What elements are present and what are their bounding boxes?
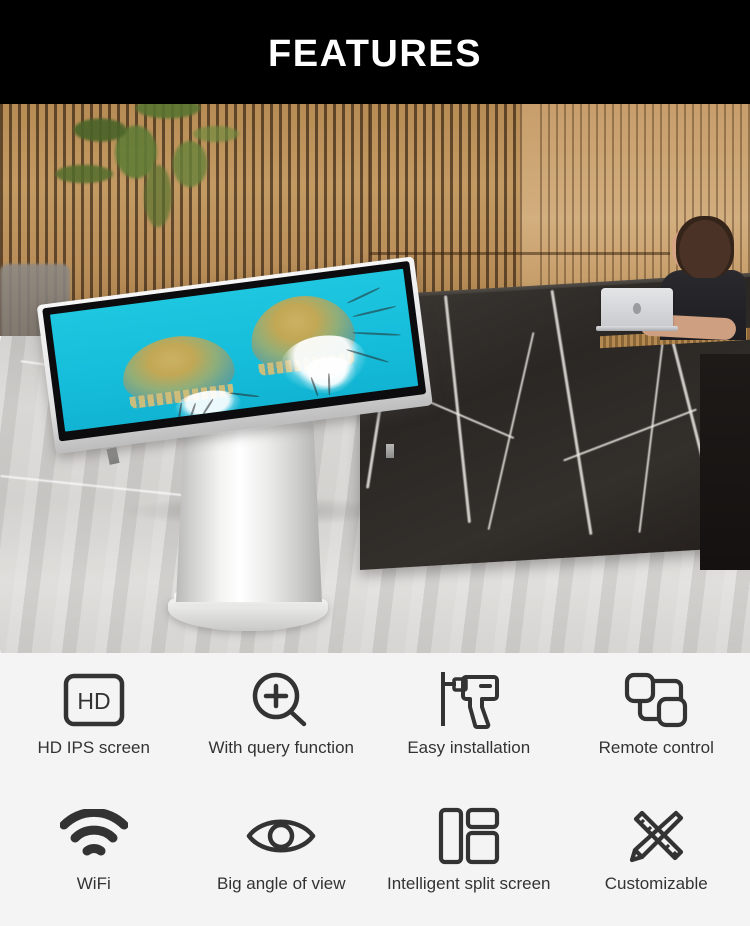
feature-label: WiFi [76,874,111,893]
hero-product-photo [0,104,750,653]
features-page: FEATURES HD HD IPS screen With query fun… [0,0,750,926]
split-screen-icon [438,803,500,869]
feature-label: Customizable [604,874,708,893]
feature-remote-control[interactable]: Remote control [563,653,750,789]
feature-with-query-function[interactable]: With query function [188,653,376,789]
feature-easy-installation[interactable]: Easy installation [375,653,563,789]
feature-label: Big angle of view [216,874,346,893]
magnifier-plus-icon [249,667,313,733]
feature-wifi[interactable]: WiFi [0,789,188,925]
page-header: FEATURES [0,0,750,104]
hd-icon: HD [62,667,126,733]
feature-label: HD IPS screen [37,738,150,757]
page-title: FEATURES [268,33,482,75]
feature-big-angle-of-view[interactable]: Big angle of view [188,789,376,925]
feature-customizable[interactable]: Customizable [563,789,750,925]
svg-text:HD: HD [77,688,110,714]
features-row-2: WiFi Big angle of view Intelligent split… [0,789,750,925]
feature-label: Intelligent split screen [387,874,551,893]
kiosk-screen-support [386,444,394,458]
eye-icon [245,803,317,869]
remote-control-icon [623,667,689,733]
ruler-pencil-icon [625,803,687,869]
touch-kiosk [0,104,750,653]
wifi-icon [59,803,128,869]
kiosk-display[interactable] [36,256,433,454]
feature-hd-ips-screen[interactable]: HD HD IPS screen [0,653,188,789]
kiosk-screen-support [106,447,120,465]
feature-label: Remote control [598,738,714,757]
features-row-1: HD HD IPS screen With query function Eas… [0,653,750,789]
feature-intelligent-split-screen[interactable]: Intelligent split screen [375,789,563,925]
drill-icon [436,667,502,733]
feature-label: Easy installation [407,738,531,757]
feature-label: With query function [208,738,354,757]
features-grid: HD HD IPS screen With query function Eas… [0,653,750,926]
